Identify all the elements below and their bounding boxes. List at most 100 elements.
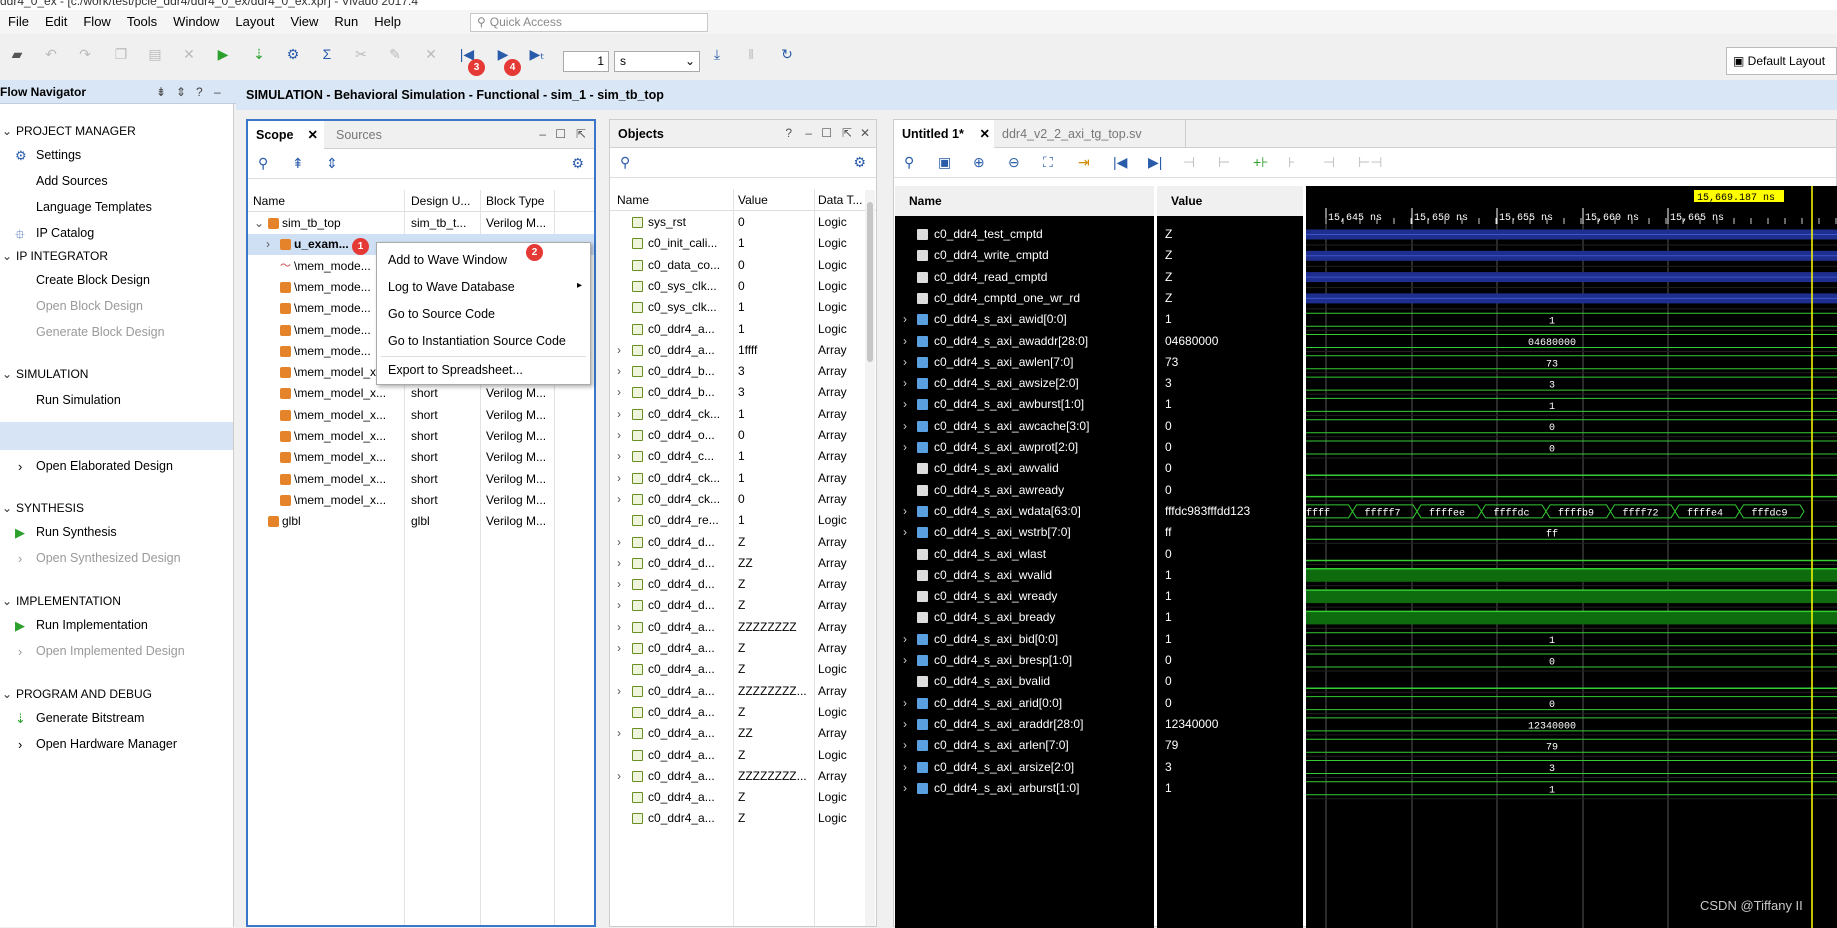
object-row[interactable]: › c0_ddr4_d... Z Array: [610, 532, 864, 553]
save-icon[interactable]: ▣: [938, 154, 951, 171]
objects-col-type[interactable]: Data T...: [818, 189, 862, 211]
settings-gear-icon[interactable]: ⚙: [282, 43, 304, 65]
menu-item-export-to-spreadsheet[interactable]: Export to Spreadsheet...: [388, 363, 523, 377]
chevron-right-icon[interactable]: ›: [617, 617, 621, 638]
flow-item-generate-block-design[interactable]: Generate Block Design: [36, 325, 165, 339]
wave-signal-row[interactable]: › c0_ddr4_s_axi_awprot[2:0]: [895, 437, 1154, 458]
minimize-icon[interactable]: –: [805, 126, 812, 140]
wave-signal-row[interactable]: › c0_ddr4_s_axi_wstrb[7:0]: [895, 522, 1154, 543]
zoom-fit-icon[interactable]: ⛶: [1043, 154, 1053, 171]
chevron-down-icon[interactable]: ⌄: [2, 594, 12, 608]
chevron-right-icon[interactable]: ›: [903, 629, 907, 650]
object-row[interactable]: c0_sys_clk... 1 Logic: [610, 297, 864, 318]
chevron-right-icon[interactable]: ›: [903, 331, 907, 352]
chevron-right-icon[interactable]: ›: [18, 737, 22, 752]
wave-signal-row[interactable]: c0_ddr4_s_axi_wvalid: [895, 565, 1154, 586]
object-row[interactable]: c0_data_co... 0 Logic: [610, 255, 864, 276]
wave-signal-row[interactable]: › c0_ddr4_s_axi_awid[0:0]: [895, 309, 1154, 330]
chevron-right-icon[interactable]: ›: [903, 416, 907, 437]
chevron-right-icon[interactable]: ›: [903, 778, 907, 799]
menu-edit[interactable]: Edit: [37, 10, 75, 34]
object-row[interactable]: › c0_ddr4_a... Z Array: [610, 638, 864, 659]
flow-item-open-hardware-manager[interactable]: › Open Hardware Manager: [18, 737, 177, 752]
objects-col-value[interactable]: Value: [738, 189, 768, 211]
chevron-right-icon[interactable]: ›: [617, 532, 621, 553]
scope-row[interactable]: \mem_model_x... short Verilog M...: [248, 469, 594, 490]
object-row[interactable]: › c0_ddr4_a... ZZZZZZZZ Array: [610, 617, 864, 638]
wave-signal-row[interactable]: c0_ddr4_write_cmptd: [895, 245, 1154, 266]
search-icon[interactable]: ⚲: [904, 154, 914, 171]
minimize-icon[interactable]: –: [539, 127, 546, 141]
chevron-right-icon[interactable]: ›: [903, 309, 907, 330]
menu-file[interactable]: File: [0, 10, 37, 34]
chevron-right-icon[interactable]: ›: [903, 650, 907, 671]
chevron-right-icon[interactable]: ›: [903, 373, 907, 394]
scope-row[interactable]: ⌄ sim_tb_top sim_tb_t... Verilog M...: [248, 213, 594, 234]
cancel-icon[interactable]: ✕: [420, 43, 442, 65]
object-row[interactable]: › c0_ddr4_a... ZZZZZZZZ... Array: [610, 681, 864, 702]
chevron-right-icon[interactable]: ›: [617, 425, 621, 446]
chevron-right-icon[interactable]: ›: [617, 723, 621, 744]
menu-help[interactable]: Help: [366, 10, 409, 34]
object-row[interactable]: c0_ddr4_a... Z Logic: [610, 745, 864, 766]
menu-item-go-to-source-code[interactable]: Go to Source Code: [388, 307, 495, 321]
chevron-right-icon[interactable]: ›: [617, 468, 621, 489]
scope-col-name[interactable]: Name: [253, 190, 285, 212]
scrollbar-thumb[interactable]: [867, 202, 873, 362]
waveform-area[interactable]: 15,645 ns 15,650 ns 15,655 ns 15,660 ns 15,6…: [1306, 186, 1837, 928]
run-for-icon[interactable]: ▶ₜ: [526, 43, 548, 65]
wave-signal-row[interactable]: › c0_ddr4_s_axi_arsize[2:0]: [895, 757, 1154, 778]
collapse-all-icon[interactable]: ⇟: [156, 80, 166, 104]
menu-layout[interactable]: Layout: [227, 10, 282, 34]
float-icon[interactable]: ⇱: [842, 126, 852, 140]
object-row[interactable]: sys_rst 0 Logic: [610, 212, 864, 233]
object-row[interactable]: c0_ddr4_a... 1 Logic: [610, 319, 864, 340]
chevron-right-icon[interactable]: ›: [266, 234, 270, 255]
run-icon[interactable]: ▶: [212, 43, 234, 65]
chevron-down-icon[interactable]: ⌄: [2, 501, 12, 515]
wave-signal-row[interactable]: › c0_ddr4_s_axi_awsize[2:0]: [895, 373, 1154, 394]
maximize-icon[interactable]: ☐: [555, 127, 566, 141]
float-icon[interactable]: ⇱: [576, 127, 586, 141]
chevron-right-icon[interactable]: ›: [617, 361, 621, 382]
chevron-down-icon[interactable]: ⌄: [2, 124, 12, 138]
chevron-right-icon[interactable]: ›: [18, 459, 22, 474]
object-row[interactable]: › c0_ddr4_b... 3 Array: [610, 361, 864, 382]
go-to-cursor-icon[interactable]: ⇥: [1078, 154, 1090, 171]
scope-row[interactable]: \mem_model_x... short Verilog M...: [248, 383, 594, 404]
minimize-icon[interactable]: –: [214, 80, 221, 104]
bitstream-icon[interactable]: ⇣: [248, 43, 270, 65]
object-row[interactable]: › c0_ddr4_ck... 0 Array: [610, 489, 864, 510]
prev-transition-icon[interactable]: ⊣: [1183, 154, 1195, 171]
object-row[interactable]: › c0_ddr4_d... ZZ Array: [610, 553, 864, 574]
flow-item-settings[interactable]: ⚙ Settings: [15, 148, 81, 163]
chevron-right-icon[interactable]: ›: [903, 714, 907, 735]
object-row[interactable]: c0_ddr4_a... Z Logic: [610, 787, 864, 808]
chevron-right-icon[interactable]: ›: [18, 644, 22, 659]
wave-signal-row[interactable]: › c0_ddr4_s_axi_arburst[1:0]: [895, 778, 1154, 799]
object-row[interactable]: › c0_ddr4_b... 3 Array: [610, 382, 864, 403]
object-row[interactable]: c0_sys_clk... 0 Logic: [610, 276, 864, 297]
flow-item-generate-bitstream[interactable]: ⇣ Generate Bitstream: [15, 711, 144, 726]
zoom-out-icon[interactable]: ⊖: [1008, 154, 1020, 171]
tab-untitled-1[interactable]: Untitled 1* ✕: [894, 120, 994, 148]
object-row[interactable]: c0_ddr4_a... Z Logic: [610, 702, 864, 723]
tab-axi-tg-top[interactable]: ddr4_v2_2_axi_tg_top.sv: [994, 120, 1186, 148]
flow-item-ip-catalog[interactable]: ⯐ IP Catalog: [15, 226, 94, 242]
scope-row[interactable]: glbl glbl Verilog M...: [248, 511, 594, 532]
flow-item-open-synthesized-design[interactable]: › Open Synthesized Design: [18, 551, 181, 566]
go-to-end-icon[interactable]: ▶|: [1148, 154, 1162, 171]
chevron-right-icon[interactable]: ›: [903, 693, 907, 714]
menu-item-go-to-instantiation-source[interactable]: Go to Instantiation Source Code: [388, 334, 566, 348]
menu-item-add-to-wave-window[interactable]: Add to Wave Window: [388, 253, 507, 267]
expand-all-icon[interactable]: ⇕: [326, 155, 338, 172]
prev-marker-icon[interactable]: ⊦: [1288, 154, 1295, 171]
settings-gear-icon[interactable]: ⚙: [571, 155, 584, 172]
report-sigma-icon[interactable]: Σ: [316, 43, 338, 65]
wave-signal-row[interactable]: › c0_ddr4_s_axi_arlen[7:0]: [895, 735, 1154, 756]
object-row[interactable]: › c0_ddr4_a... ZZZZZZZZ... Array: [610, 766, 864, 787]
chevron-right-icon[interactable]: ›: [617, 574, 621, 595]
wave-signal-row[interactable]: c0_ddr4_s_axi_awready: [895, 480, 1154, 501]
scope-row[interactable]: \mem_model_x... short Verilog M...: [248, 490, 594, 511]
objects-col-name[interactable]: Name: [617, 189, 649, 211]
